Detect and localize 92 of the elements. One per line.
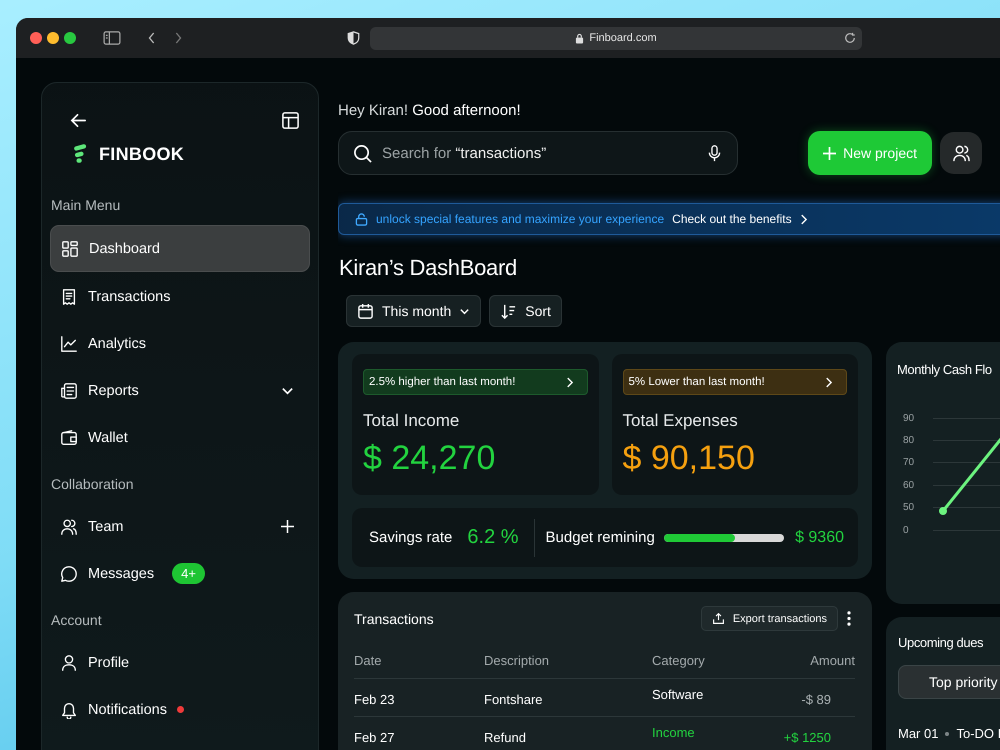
shield-icon[interactable] [347, 31, 360, 45]
sidebar-icon[interactable] [103, 31, 121, 45]
people-icon [60, 518, 78, 536]
column-header: Description [484, 645, 652, 678]
dashboard-title: Kiran’s DashBoard [339, 255, 518, 281]
reload-icon[interactable] [844, 32, 856, 44]
count-badge: 4+ [172, 563, 205, 584]
axis-label: 70 [903, 457, 916, 468]
nav-item[interactable]: Messages 4+ [50, 551, 310, 596]
trend-badge[interactable]: 2.5% higher than last month! [363, 369, 588, 395]
tab[interactable]: Top priority [898, 665, 1000, 699]
chart-icon [60, 334, 78, 352]
url-text: Finboard.com [589, 32, 657, 44]
minimize-icon[interactable] [47, 32, 59, 44]
sort-icon [500, 302, 518, 320]
table-cell: -$ 89 [738, 678, 855, 716]
budget-label: Budget remining [546, 529, 655, 546]
nav-item[interactable]: Team [50, 504, 310, 549]
nav-item[interactable]: Transactions [50, 274, 310, 319]
axis-label: 80 [903, 435, 916, 446]
table-cell: Software [652, 678, 738, 716]
nav-item[interactable]: Wallet [50, 415, 310, 460]
nav-item[interactable]: Notifications [50, 687, 310, 732]
amount-text: $ 90,150 [622, 439, 756, 478]
savings-label: Savings rate [369, 529, 452, 546]
savings-value: 6.2 % [467, 526, 519, 549]
section-heading: Account [50, 611, 103, 630]
budget-amount: $ 9360 [795, 528, 844, 546]
plus-icon[interactable] [281, 520, 294, 533]
calendar-icon [357, 302, 374, 320]
lock-icon [575, 32, 584, 44]
more-icon[interactable] [847, 611, 851, 626]
axis-label: 0 [903, 524, 910, 536]
address-bar[interactable]: Finboard.com [370, 26, 862, 50]
chevron-icon [825, 376, 832, 388]
table-cell: Feb 23 [354, 678, 484, 716]
people-icon [952, 144, 970, 162]
card-title: Total Expenses [622, 411, 739, 431]
card-title: Total Income [363, 411, 460, 431]
table-cell: Feb 27 [354, 716, 484, 750]
sort-button[interactable]: Sort [489, 295, 562, 327]
card-title: Upcoming dues [898, 635, 984, 650]
card-title: Monthly Cash Flo [897, 362, 993, 377]
nav-item[interactable]: Analytics [50, 321, 310, 366]
close-icon[interactable] [30, 32, 42, 44]
export-button[interactable]: Export transactions [700, 606, 838, 631]
chat-icon [60, 564, 78, 582]
chevron-icon [566, 376, 572, 388]
microphone-icon[interactable] [706, 144, 723, 162]
forward-icon[interactable] [173, 31, 183, 45]
benefits-link[interactable]: Check out the benefits [672, 212, 807, 226]
amount-text: $ 24,270 [363, 439, 496, 478]
greeting-text: Hey Kiran! Good afternoon! [338, 102, 522, 119]
axis-label: 50 [903, 502, 916, 514]
newspaper-icon [60, 382, 78, 400]
column-header: Amount [738, 645, 855, 678]
period-dropdown[interactable]: This month [346, 295, 482, 327]
nav-item[interactable]: Reports [50, 368, 310, 413]
table-cell: +$ 1250 [738, 716, 855, 750]
due-title: To-DO I [956, 726, 1000, 741]
section-heading: Collaboration [50, 475, 134, 494]
people-button[interactable] [940, 132, 982, 174]
table-cell: Fontshare [484, 678, 652, 716]
nav-item[interactable]: Profile [50, 640, 310, 685]
search-icon [353, 144, 372, 162]
card-title: Transactions [354, 610, 435, 626]
layout-icon[interactable] [281, 111, 300, 130]
table-cell: Refund [484, 716, 652, 750]
axis-label: 60 [903, 480, 916, 491]
due-date: Mar 01 [898, 726, 938, 741]
back-icon[interactable] [147, 31, 157, 45]
wallet-icon [60, 428, 78, 446]
column-header: Date [354, 645, 484, 678]
search-field[interactable]: Search for “transactions” [338, 131, 738, 175]
receipt-icon [60, 288, 78, 306]
plus-icon [823, 146, 836, 160]
column-header: Category [652, 645, 738, 678]
table-cell: Income [652, 716, 738, 750]
axis-label: 90 [903, 412, 916, 424]
person-icon [60, 654, 78, 672]
trend-badge[interactable]: 5% Lower than last month! [622, 369, 847, 395]
nav-item[interactable]: Dashboard [50, 225, 310, 272]
chevron-icon [800, 214, 807, 224]
section-heading: Main Menu [50, 196, 122, 215]
maximize-icon[interactable] [64, 32, 76, 44]
back-arrow-icon[interactable] [69, 111, 88, 130]
dashboard-icon [61, 240, 79, 258]
logo-text: FINBOOK [99, 144, 184, 164]
upload-icon [712, 612, 725, 625]
unlock-icon [355, 212, 368, 226]
bell-icon [60, 700, 78, 718]
banner-message: unlock special features and maximize your experience [376, 212, 664, 226]
